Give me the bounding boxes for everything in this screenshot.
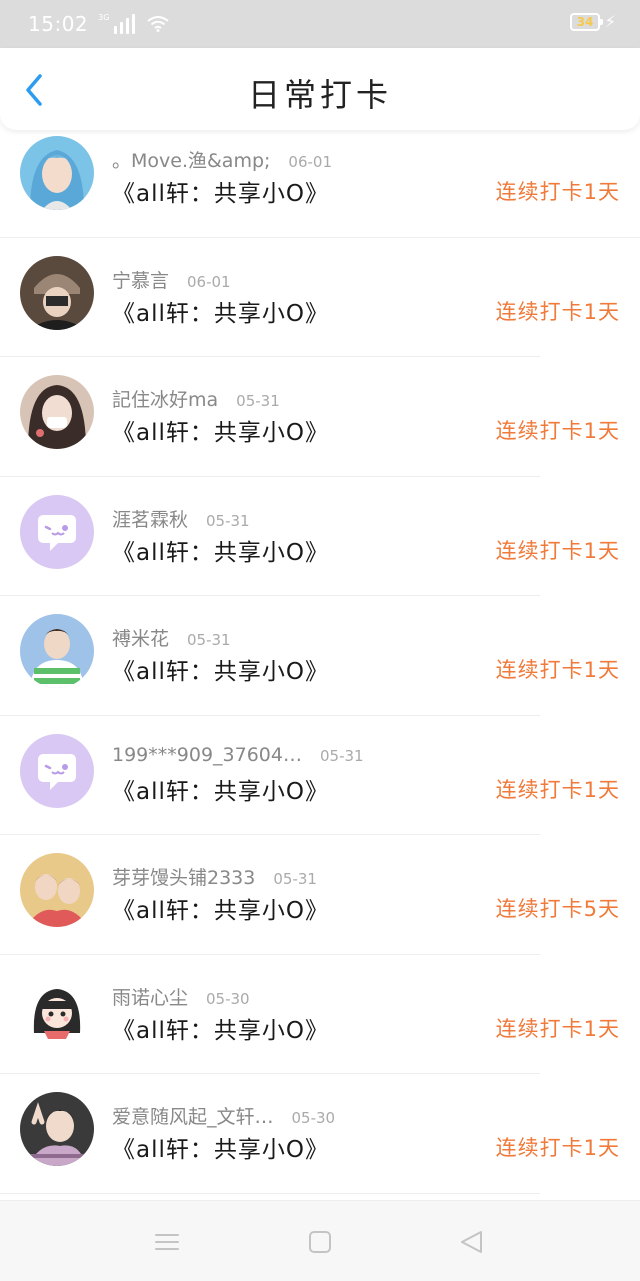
avatar[interactable] <box>20 853 94 927</box>
username[interactable]: 199***909_37604… <box>112 744 302 766</box>
book-title[interactable]: 《all轩：共享小O》 <box>112 652 329 686</box>
list-item[interactable]: 宁慕言 06-01 《all轩：共享小O》 连续打卡1天 <box>0 238 640 358</box>
home-icon <box>309 1231 331 1253</box>
username[interactable]: 禣米花 <box>112 624 169 651</box>
streak-label: 连续打卡1天 <box>495 419 620 443</box>
list-item[interactable]: 芽芽馒头铺2333 05-31 《all轩：共享小O》 连续打卡5天 <box>0 835 640 955</box>
streak-label: 连续打卡1天 <box>495 1136 620 1160</box>
chat-bubble-icon <box>20 733 94 808</box>
book-title[interactable]: 《all轩：共享小O》 <box>112 772 329 806</box>
checkin-date: 06-01 <box>187 272 231 291</box>
book-title[interactable]: 《all轩：共享小O》 <box>112 174 329 208</box>
book-title[interactable]: 《all轩：共享小O》 <box>112 891 329 925</box>
book-title[interactable]: 《all轩：共享小O》 <box>112 1130 329 1164</box>
streak-label: 连续打卡1天 <box>495 180 620 204</box>
page-title: 日常打卡 <box>247 76 392 114</box>
username[interactable]: 爱意随风起_文轩… <box>112 1102 274 1129</box>
avatar[interactable] <box>20 972 94 1047</box>
username[interactable]: 涯茗霖秋 <box>112 505 188 532</box>
back-icon <box>461 1231 482 1253</box>
user-info: 涯茗霖秋 05-31 <box>112 505 250 532</box>
checkin-date: 06-01 <box>288 153 333 171</box>
avatar[interactable] <box>20 255 94 330</box>
user-info: 宁慕言 06-01 <box>112 266 231 293</box>
username[interactable]: 芽芽馒头铺2333 <box>112 863 255 890</box>
streak-label: 连续打卡1天 <box>495 299 620 324</box>
checkin-date: 05-31 <box>236 392 280 410</box>
checkin-date: 05-31 <box>206 511 250 530</box>
list-item[interactable]: 。Move.渔&amp; 06-01 《all轩：共享小O》 连续打卡1天 <box>0 118 640 238</box>
battery-icon: 34 <box>570 13 603 31</box>
list-item[interactable]: 199***909_37604… 05-31 《all轩：共享小O》 连续打卡1… <box>0 716 640 836</box>
list-item[interactable]: 涯茗霖秋 05-31 《all轩：共享小O》 连续打卡1天 <box>0 477 640 597</box>
system-back-button[interactable] <box>457 1227 487 1257</box>
list-item[interactable]: 記住冰好ma 05-31 《all轩：共享小O》 连续打卡1天 <box>0 357 640 477</box>
streak-label: 连续打卡1天 <box>495 1016 620 1041</box>
home-button[interactable] <box>305 1227 335 1257</box>
status-time: 15:02 <box>28 12 89 36</box>
avatar[interactable] <box>20 1092 94 1166</box>
network-type: 3G <box>98 13 110 22</box>
checkin-date: 05-30 <box>291 1109 336 1127</box>
avatar[interactable] <box>20 375 94 449</box>
user-info: 雨诺心尘 05-30 <box>112 983 250 1010</box>
header: 日常打卡 <box>0 48 640 130</box>
checkin-date: 05-30 <box>206 989 250 1008</box>
username[interactable]: 記住冰好ma <box>112 385 218 412</box>
username[interactable]: 宁慕言 <box>112 266 169 293</box>
streak-label: 连续打卡5天 <box>495 897 620 921</box>
book-title[interactable]: 《all轩：共享小O》 <box>112 533 329 567</box>
avatar[interactable] <box>20 733 94 808</box>
streak-label: 连续打卡1天 <box>495 777 620 802</box>
user-info: 禣米花 05-31 <box>112 624 231 651</box>
checkin-date: 05-31 <box>187 631 231 649</box>
streak-label: 连续打卡1天 <box>495 538 620 563</box>
avatar[interactable] <box>20 494 94 569</box>
book-title[interactable]: 《all轩：共享小O》 <box>112 1011 329 1045</box>
menu-button[interactable] <box>152 1227 182 1257</box>
system-nav-bar <box>0 1200 640 1281</box>
menu-icon <box>155 1234 179 1250</box>
streak-label: 连续打卡1天 <box>495 658 620 682</box>
user-info: 。Move.渔&amp; 06-01 <box>112 146 332 173</box>
checkin-date: 05-31 <box>319 746 364 765</box>
checkin-list: 。Move.渔&amp; 06-01 《all轩：共享小O》 连续打卡1天 宁慕… <box>0 118 640 1194</box>
list-item[interactable]: 禣米花 05-31 《all轩：共享小O》 连续打卡1天 <box>0 596 640 716</box>
avatar[interactable] <box>20 136 94 210</box>
user-info: 爱意随风起_文轩… 05-30 <box>112 1102 335 1129</box>
username[interactable]: 。Move.渔&amp; <box>112 146 270 173</box>
list-item[interactable]: 爱意随风起_文轩… 05-30 《all轩：共享小O》 连续打卡1天 <box>0 1074 640 1194</box>
checkin-date: 05-31 <box>273 870 317 888</box>
username[interactable]: 雨诺心尘 <box>112 983 188 1010</box>
book-title[interactable]: 《all轩：共享小O》 <box>112 413 329 447</box>
chat-bubble-icon <box>20 494 94 569</box>
user-info: 芽芽馒头铺2333 05-31 <box>112 863 317 890</box>
user-info: 199***909_37604… 05-31 <box>112 744 364 766</box>
wifi-icon <box>147 16 170 32</box>
user-info: 記住冰好ma 05-31 <box>112 385 280 412</box>
charging-icon: ⚡ <box>604 12 616 31</box>
status-bar: 15:02 3G 34 ⚡ <box>0 0 640 48</box>
signal-icon: 3G <box>98 13 136 34</box>
list-item[interactable]: 雨诺心尘 05-30 《all轩：共享小O》 连续打卡1天 <box>0 955 640 1075</box>
book-title[interactable]: 《all轩：共享小O》 <box>112 294 329 328</box>
avatar[interactable] <box>20 614 94 688</box>
